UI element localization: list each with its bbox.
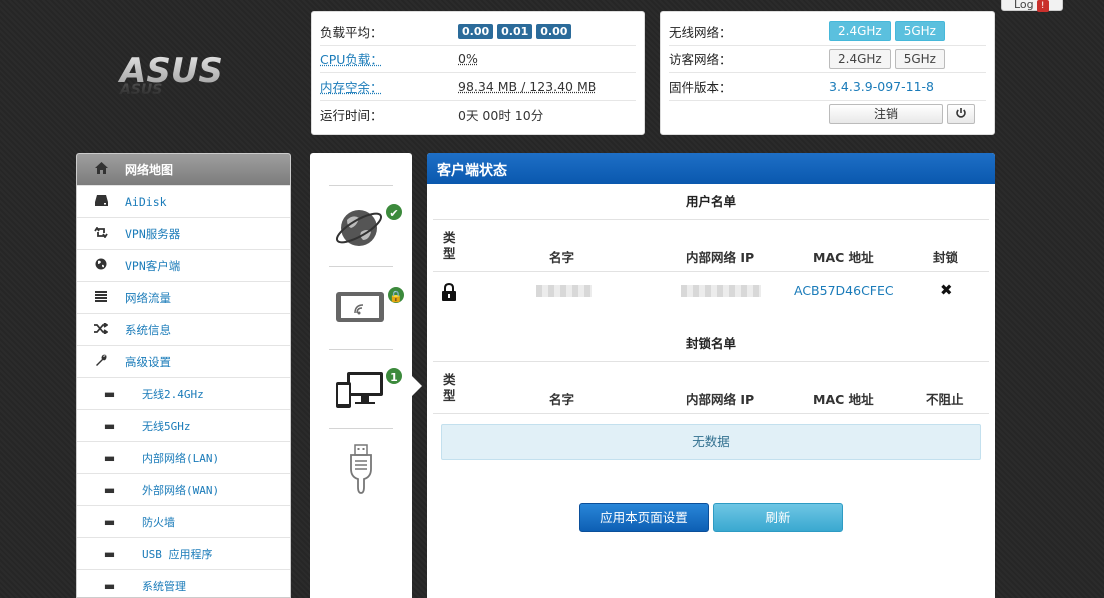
sidebar-item-network-map[interactable]: 网络地图 xyxy=(77,154,290,186)
sidebar-subitem-wireless-5[interactable]: ▬ 无线5GHz xyxy=(77,410,290,442)
load-15min: 0.00 xyxy=(536,24,572,40)
refresh-button[interactable]: 刷新 xyxy=(713,503,843,532)
load-values: 0.00 0.01 0.00 xyxy=(458,23,575,40)
sidebar-subitem-administration[interactable]: ▬ 系统管理 xyxy=(77,570,290,597)
sidebar-item-vpn-client[interactable]: VPN客户端 xyxy=(77,250,290,282)
dash-icon: ▬ xyxy=(103,386,116,401)
wireless-label: 无线网络： xyxy=(669,24,732,40)
dash-icon: ▬ xyxy=(103,546,116,561)
block-list-header: 类型 名字 内部网络 IP MAC 地址 不阻止 xyxy=(433,362,989,414)
firmware-version-link[interactable]: 3.4.3.9-097-11-8 xyxy=(829,79,934,94)
sidebar-menu: 网络地图 AiDisk VPN服务器 VPN客户端 网络流量 系统信息 高级设置… xyxy=(76,153,291,598)
client-status-panel: 客户端状态 用户名单 类型 名字 内部网络 IP MAC 地址 封锁 ACB57… xyxy=(427,153,995,598)
cpu-load-link[interactable]: CPU负载： xyxy=(320,49,458,68)
block-client-icon[interactable]: ✖ xyxy=(940,281,953,299)
clients-status-cell[interactable]: 1 xyxy=(329,349,404,429)
sidebar-item-advanced[interactable]: 高级设置 xyxy=(77,346,290,378)
guest-network-label: 访客网络： xyxy=(669,52,732,68)
col-type: 类型 xyxy=(443,230,456,261)
load-label: 负载平均： xyxy=(320,24,383,40)
wireless-5ghz-toggle[interactable]: 5GHz xyxy=(894,21,945,42)
svg-text:ASUS: ASUS xyxy=(119,82,162,97)
internet-globe-icon xyxy=(335,210,383,246)
memory-free-link[interactable]: 内存空余： xyxy=(320,77,458,96)
user-list-header: 类型 名字 内部网络 IP MAC 地址 封锁 xyxy=(433,220,989,272)
client-mac-link[interactable]: ACB57D46CFEC xyxy=(794,283,894,298)
sidebar-subitem-wireless-24[interactable]: ▬ 无线2.4GHz xyxy=(77,378,290,410)
col-type: 类型 xyxy=(443,372,456,403)
dash-icon: ▬ xyxy=(103,450,116,465)
guest-24ghz-toggle[interactable]: 2.4GHz xyxy=(829,48,891,69)
sidebar-item-vpn-server[interactable]: VPN服务器 xyxy=(77,218,290,250)
power-icon xyxy=(956,108,966,118)
col-ip: 内部网络 IP xyxy=(686,250,755,265)
memory-free-value: 98.34 MB / 123.40 MB xyxy=(458,78,597,94)
random-icon xyxy=(77,321,125,337)
wrench-icon xyxy=(77,354,125,369)
empty-block-list: 无数据 xyxy=(441,424,981,460)
guest-5ghz-toggle[interactable]: 5GHz xyxy=(894,48,945,69)
sidebar-subitem-lan[interactable]: ▬ 内部网络(LAN) xyxy=(77,442,290,474)
lock-icon xyxy=(442,283,456,301)
wireless-24ghz-toggle[interactable]: 2.4GHz xyxy=(829,21,891,42)
col-mac: MAC 地址 xyxy=(813,392,874,407)
col-name: 名字 xyxy=(549,392,575,407)
retweet-icon xyxy=(77,225,125,241)
selected-device-pointer xyxy=(412,376,422,396)
load-5min: 0.01 xyxy=(497,24,533,40)
col-ip: 内部网络 IP xyxy=(686,392,755,407)
network-status-panel: 无线网络： 2.4GHz 5GHz 访客网络： 2.4GHz 5GHz 固件版本… xyxy=(660,11,995,135)
firmware-label: 固件版本： xyxy=(669,79,732,95)
sidebar-item-system-info[interactable]: 系统信息 xyxy=(77,314,290,346)
device-column: ✔ 🔒 1 xyxy=(310,153,412,598)
usb-status-cell[interactable] xyxy=(329,428,393,508)
sidebar-subitem-firewall[interactable]: ▬ 防火墙 xyxy=(77,506,290,538)
dash-icon: ▬ xyxy=(103,482,116,497)
clients-devices-icon xyxy=(336,372,383,408)
block-list-title: 封锁名单 xyxy=(433,326,989,362)
harddisk-icon xyxy=(77,194,125,209)
dash-icon: ▬ xyxy=(103,514,116,529)
user-list-title: 用户名单 xyxy=(433,184,989,220)
home-icon xyxy=(77,162,125,177)
sidebar-subitem-wan[interactable]: ▬ 外部网络(WAN) xyxy=(77,474,290,506)
tasks-icon xyxy=(77,290,125,305)
wireless-lock-icon: 🔒 xyxy=(386,285,406,305)
dash-icon: ▬ xyxy=(103,418,116,433)
wireless-status-cell[interactable]: 🔒 xyxy=(329,266,406,351)
internet-status-cell[interactable]: ✔ xyxy=(329,185,404,267)
client-count-badge: 1 xyxy=(384,366,404,386)
logout-tab-label: Log xyxy=(1014,0,1034,11)
panel-title: 客户端状态 xyxy=(427,153,995,184)
load-1min: 0.00 xyxy=(458,24,494,40)
power-button[interactable] xyxy=(947,104,975,125)
col-block: 封锁 xyxy=(933,250,959,265)
cpu-load-value: 0% xyxy=(458,51,478,67)
sidebar-item-traffic[interactable]: 网络流量 xyxy=(77,282,290,314)
sidebar-item-aidisk[interactable]: AiDisk xyxy=(77,186,290,218)
apply-button[interactable]: 应用本页面设置 xyxy=(579,503,709,532)
alert-icon: ! xyxy=(1036,0,1049,12)
client-name-redacted xyxy=(536,285,592,297)
logout-tab[interactable]: Log! xyxy=(1001,0,1063,12)
asus-logo: ASUS ASUS xyxy=(116,51,258,98)
col-name: 名字 xyxy=(549,250,575,265)
sidebar-subitem-usb-apps[interactable]: ▬ USB 应用程序 xyxy=(77,538,290,570)
client-ip-redacted xyxy=(681,285,761,297)
globe-icon xyxy=(77,258,125,273)
internet-connected-check-icon: ✔ xyxy=(384,202,404,222)
dash-icon: ▬ xyxy=(103,578,116,593)
uptime-value: 0天 00时 10分 xyxy=(458,107,544,123)
col-mac: MAC 地址 xyxy=(813,250,874,265)
table-row: ACB57D46CFEC ✖ xyxy=(433,273,989,309)
uptime-label: 运行时间： xyxy=(320,107,383,123)
usb-plug-icon xyxy=(350,444,372,494)
wireless-tablet-icon xyxy=(336,292,384,322)
logout-button[interactable]: 注销 xyxy=(829,104,943,125)
system-status-panel: 负载平均： 0.00 0.01 0.00 CPU负载： 0% 内存空余： 98.34… xyxy=(311,11,645,135)
col-unblock: 不阻止 xyxy=(926,392,964,407)
